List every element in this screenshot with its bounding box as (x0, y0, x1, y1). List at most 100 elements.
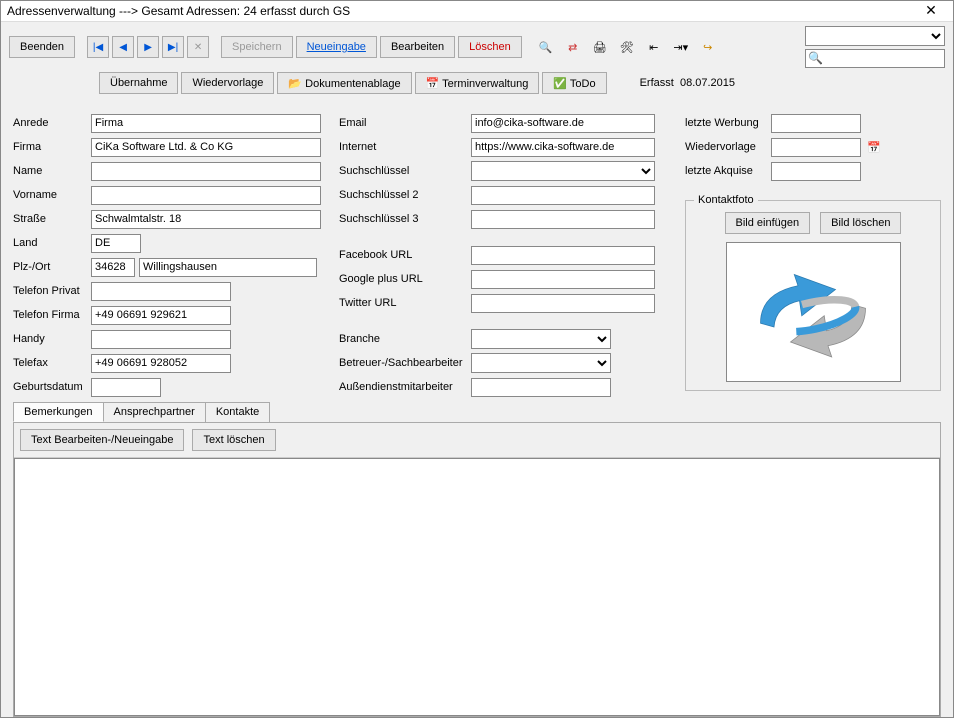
tools-icon[interactable]: 🛠 (615, 36, 639, 58)
plzort-label: Plz-/Ort (13, 261, 87, 273)
betreuer-select[interactable] (471, 353, 611, 373)
zoom-icon[interactable]: 🔍 (534, 36, 558, 58)
text-bearbeiten-button[interactable]: Text Bearbeiten-/Neueingabe (20, 429, 184, 451)
bild-einfuegen-button[interactable]: Bild einfügen (725, 212, 811, 234)
erfasst-label: Erfasst 08.07.2015 (640, 77, 735, 89)
kontaktfoto-group: Kontaktfoto Bild einfügen Bild löschen (685, 194, 941, 391)
telefax-input[interactable] (91, 354, 231, 373)
tab-ansprechpartner[interactable]: Ansprechpartner (103, 402, 206, 422)
tabs-area: Bemerkungen Ansprechpartner Kontakte Tex… (1, 402, 953, 717)
vorname-input[interactable] (91, 186, 321, 205)
handy-label: Handy (13, 333, 87, 345)
terminverwaltung-button[interactable]: 📅 Terminverwaltung (415, 72, 540, 94)
anrede-label: Anrede (13, 117, 87, 129)
kontaktfoto-image (726, 242, 901, 382)
tel-privat-input[interactable] (91, 282, 231, 301)
vorname-label: Vorname (13, 189, 87, 201)
facebook-label: Facebook URL (339, 249, 467, 261)
uebernahme-button[interactable]: Übernahme (99, 72, 178, 94)
search-input[interactable] (805, 49, 945, 68)
name-label: Name (13, 165, 87, 177)
tel-firma-input[interactable] (91, 306, 231, 325)
nav-last-icon[interactable]: ▶| (162, 36, 184, 58)
close-icon[interactable]: ✕ (915, 1, 947, 21)
kontaktfoto-legend: Kontaktfoto (694, 194, 758, 206)
speichern-button: Speichern (221, 36, 293, 58)
twitter-input[interactable] (471, 294, 655, 313)
such3-input[interactable] (471, 210, 655, 229)
tab-bemerkungen[interactable]: Bemerkungen (13, 402, 104, 422)
anrede-input[interactable] (91, 114, 321, 133)
googleplus-label: Google plus URL (339, 273, 467, 285)
main-window: Adressenverwaltung ---> Gesamt Adressen:… (0, 0, 954, 718)
goto-icon[interactable]: ↪ (696, 36, 720, 58)
letzte-akquise-input[interactable] (771, 162, 861, 181)
letzte-werbung-label: letzte Werbung (685, 117, 767, 129)
such2-label: Suchschlüssel 2 (339, 189, 467, 201)
beenden-button[interactable]: Beenden (9, 36, 75, 58)
calendar-icon: 📅 (426, 78, 440, 90)
print-icon[interactable]: 🖨 (588, 36, 612, 58)
branche-select[interactable] (471, 329, 611, 349)
recycle-arrows-icon (738, 252, 888, 372)
bemerkungen-textarea[interactable] (14, 458, 940, 716)
aussendienst-input[interactable] (471, 378, 611, 397)
strasse-label: Straße (13, 213, 87, 225)
branche-label: Branche (339, 333, 467, 345)
name-input[interactable] (91, 162, 321, 181)
email-input[interactable] (471, 114, 655, 133)
right-column: letzte Werbung Wiedervorlage 📅 letzte Akq… (685, 112, 941, 398)
wiedervorlage-button[interactable]: Wiedervorlage (181, 72, 274, 94)
calendar-picker-icon[interactable]: 📅 (865, 141, 883, 154)
strasse-input[interactable] (91, 210, 321, 229)
window-title: Adressenverwaltung ---> Gesamt Adressen:… (7, 4, 915, 18)
nav-next-icon[interactable]: ▶ (137, 36, 159, 58)
internet-input[interactable] (471, 138, 655, 157)
handy-input[interactable] (91, 330, 231, 349)
nav-first-icon[interactable]: |◀ (87, 36, 109, 58)
loeschen-button[interactable]: Löschen (458, 36, 522, 58)
email-label: Email (339, 117, 467, 129)
aussendienst-label: Außendienstmitarbeiter (339, 381, 467, 393)
geburtsdatum-label: Geburtsdatum (13, 381, 87, 393)
wiedervorlage-date-label: Wiedervorlage (685, 141, 767, 153)
telefax-label: Telefax (13, 357, 87, 369)
bearbeiten-button[interactable]: Bearbeiten (380, 36, 455, 58)
toolbar: Beenden |◀ ◀ ▶ ▶| ✕ Speichern Neueingabe… (1, 22, 953, 104)
twitter-label: Twitter URL (339, 297, 467, 309)
form-area: Anrede Firma Name Vorname Straße Land Pl… (1, 104, 953, 398)
wiedervorlage-date-input[interactable] (771, 138, 861, 157)
link-icon[interactable]: ⇄ (561, 36, 585, 58)
such1-select[interactable] (471, 161, 655, 181)
googleplus-input[interactable] (471, 270, 655, 289)
filter-combo[interactable] (805, 26, 945, 46)
such3-label: Suchschlüssel 3 (339, 213, 467, 225)
ort-input[interactable] (139, 258, 317, 277)
letzte-werbung-input[interactable] (771, 114, 861, 133)
nav-cancel-icon: ✕ (187, 36, 209, 58)
tab-kontakte[interactable]: Kontakte (205, 402, 270, 422)
export-icon[interactable]: ⇥▾ (669, 36, 693, 58)
facebook-input[interactable] (471, 246, 655, 265)
dokumentenablage-button[interactable]: 📂 Dokumentenablage (277, 72, 411, 94)
land-label: Land (13, 237, 87, 249)
nav-prev-icon[interactable]: ◀ (112, 36, 134, 58)
firma-input[interactable] (91, 138, 321, 157)
betreuer-label: Betreuer-/Sachbearbeiter (339, 357, 467, 369)
text-loeschen-button[interactable]: Text löschen (192, 429, 275, 451)
tab-strip: Bemerkungen Ansprechpartner Kontakte (13, 402, 941, 422)
geburtsdatum-input[interactable] (91, 378, 161, 397)
titlebar: Adressenverwaltung ---> Gesamt Adressen:… (1, 1, 953, 22)
bild-loeschen-button[interactable]: Bild löschen (820, 212, 901, 234)
import-icon[interactable]: ⇤ (642, 36, 666, 58)
plz-input[interactable] (91, 258, 135, 277)
such2-input[interactable] (471, 186, 655, 205)
neueingabe-button[interactable]: Neueingabe (296, 36, 377, 58)
check-icon: ✅ (553, 78, 567, 90)
todo-button[interactable]: ✅ ToDo (542, 72, 606, 94)
tel-privat-label: Telefon Privat (13, 285, 87, 297)
land-input[interactable] (91, 234, 141, 253)
address-column: Anrede Firma Name Vorname Straße Land Pl… (13, 112, 323, 398)
firma-label: Firma (13, 141, 87, 153)
letzte-akquise-label: letzte Akquise (685, 165, 767, 177)
